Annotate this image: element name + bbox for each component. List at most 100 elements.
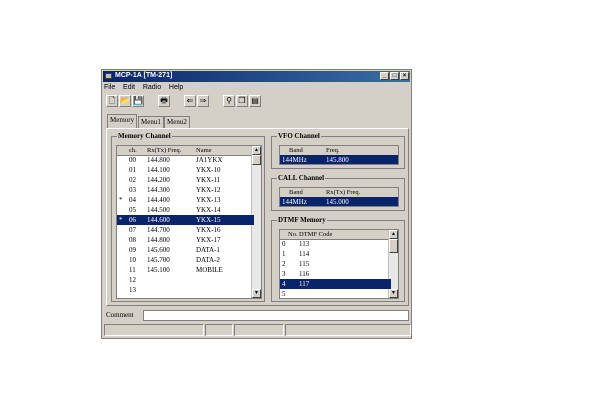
channel-name: YKX-11 (196, 176, 221, 184)
memory-channel-row[interactable]: 00 144.800 JA1YKX (117, 155, 254, 165)
main-window: MCP-1A [TM-271] _ □ × File Edit Radio He… (101, 69, 412, 339)
channel-number: 01 (129, 166, 136, 174)
column-header-freq[interactable]: Rx(Tx) Freq. (147, 146, 181, 155)
dtmf-number: 3 (282, 270, 286, 278)
channel-number: 05 (129, 206, 136, 214)
dtmf-code: 116 (299, 270, 310, 278)
dtmf-row[interactable]: 4 117 (280, 279, 391, 289)
memory-channel-row[interactable]: 12 (117, 275, 254, 285)
vfo-row[interactable]: 144MHz 145.800 (280, 155, 398, 164)
print-icon[interactable]: 🖶 (158, 95, 170, 107)
read-radio-icon[interactable]: ⇐ (184, 95, 196, 107)
channel-frequency: 145.700 (147, 256, 170, 264)
memory-channel-row[interactable]: 10 145.700 DATA-2 (117, 255, 254, 265)
dtmf-memory-group: DTMF Memory No. DTMF Code ▲ ▼ 0 113 1 114 2 1… (271, 216, 405, 302)
menu-radio[interactable]: Radio (143, 84, 161, 91)
save-icon[interactable]: 💾 (132, 95, 144, 107)
app-icon[interactable] (105, 73, 112, 79)
vfo-band: 144MHz (282, 156, 307, 164)
minimize-button[interactable]: _ (380, 72, 389, 80)
status-pane-2 (205, 324, 233, 336)
tab-menu2[interactable]: Menu2 (164, 116, 190, 128)
dtmf-row[interactable]: 3 116 (280, 269, 391, 279)
tab-memory[interactable]: Memory (107, 114, 138, 128)
menu-help[interactable]: Help (169, 84, 183, 91)
open-folder-icon[interactable]: 📂 (119, 95, 131, 107)
menu-bar: File Edit Radio Help (104, 83, 189, 93)
memory-channel-row[interactable]: 08 144.800 YKX-17 (117, 235, 254, 245)
dtmf-code: 117 (299, 280, 310, 288)
status-pane-3 (234, 324, 284, 336)
dtmf-code: 114 (299, 250, 310, 258)
memory-channel-row[interactable]: * 06 144.600 YKX-15 (117, 215, 254, 225)
dtmf-memory-list[interactable]: No. DTMF Code ▲ ▼ 0 113 1 114 2 115 3 116 4 117 5 (279, 229, 399, 299)
column-header-code[interactable]: DTMF Code (299, 230, 332, 239)
scroll-up-button[interactable]: ▲ (389, 230, 398, 239)
maximize-button[interactable]: □ (390, 72, 399, 80)
channel-frequency: 145.600 (147, 246, 170, 254)
channel-frequency: 144.700 (147, 226, 170, 234)
status-pane-1 (104, 324, 204, 336)
channel-name: DATA-2 (196, 256, 220, 264)
comment-field[interactable] (143, 310, 409, 321)
dtmf-row[interactable]: 1 114 (280, 249, 391, 259)
status-bar (104, 324, 411, 336)
tab-menu1[interactable]: Menu1 (138, 116, 164, 128)
menu-file[interactable]: File (104, 84, 115, 91)
memory-channel-label: Memory Channel (117, 132, 172, 140)
copy-icon[interactable]: ❐ (236, 95, 248, 107)
channel-frequency: 144.200 (147, 176, 170, 184)
channel-number: 07 (129, 226, 136, 234)
row-marker: * (119, 196, 123, 204)
channel-name: YKX-12 (196, 186, 221, 194)
vfo-channel-list[interactable]: Band Freq. 144MHz 145.800 (279, 145, 399, 165)
close-button[interactable]: × (400, 72, 409, 80)
channel-name: YKX-10 (196, 166, 221, 174)
memory-channel-row[interactable]: 07 144.700 YKX-16 (117, 225, 254, 235)
memory-channel-row[interactable]: 09 145.600 DATA-1 (117, 245, 254, 255)
channel-number: 04 (129, 196, 136, 204)
call-channel-group: CALL Channel Band Rx(Tx) Freq. 144MHz 14… (271, 174, 405, 211)
menu-edit[interactable]: Edit (123, 84, 135, 91)
call-freq: 145.000 (326, 198, 349, 206)
dtmf-number: 2 (282, 260, 286, 268)
channel-name: DATA-1 (196, 246, 220, 254)
memory-tab-panel: Memory Channel ch. Rx(Tx) Freq. Name ▲ ▼… (106, 128, 409, 306)
column-header-freq: Rx(Tx) Freq. (326, 189, 361, 196)
channel-name: MOBILE (196, 266, 223, 274)
column-header-no[interactable]: No. (288, 230, 298, 239)
memory-channel-row[interactable]: 13 (117, 285, 254, 295)
call-channel-label: CALL Channel (277, 174, 326, 182)
channel-number: 10 (129, 256, 136, 264)
channel-number: 08 (129, 236, 136, 244)
paste-icon[interactable]: ▤ (249, 95, 261, 107)
memory-channel-row[interactable]: 02 144.200 YKX-11 (117, 175, 254, 185)
call-row[interactable]: 144MHz 145.000 (280, 197, 398, 206)
memory-channel-row[interactable]: 03 144.300 YKX-12 (117, 185, 254, 195)
column-header-ch[interactable]: ch. (129, 146, 137, 155)
dtmf-row[interactable]: 2 115 (280, 259, 391, 269)
new-file-icon[interactable]: 🗋 (106, 95, 118, 107)
dtmf-row[interactable]: 5 (280, 289, 391, 298)
dtmf-code: 113 (299, 240, 310, 248)
channel-frequency: 144.300 (147, 186, 170, 194)
channel-number: 11 (129, 266, 136, 274)
column-header-name[interactable]: Name (196, 146, 212, 155)
call-channel-list[interactable]: Band Rx(Tx) Freq. 144MHz 145.000 (279, 187, 399, 207)
channel-name: YKX-15 (196, 216, 221, 224)
channel-number: 00 (129, 156, 136, 164)
status-pane-4 (285, 324, 411, 336)
find-icon[interactable]: ⚲ (223, 95, 235, 107)
memory-channel-list[interactable]: ch. Rx(Tx) Freq. Name ▲ ▼ 00 144.800 JA1YK… (116, 145, 262, 299)
dtmf-row[interactable]: 0 113 (280, 239, 391, 249)
title-bar[interactable]: MCP-1A [TM-271] _ □ × (103, 71, 410, 82)
memory-channel-row[interactable]: * 04 144.400 YKX-13 (117, 195, 254, 205)
memory-channel-row[interactable]: 05 144.500 YKX-14 (117, 205, 254, 215)
channel-number: 06 (129, 216, 136, 224)
memory-channel-row[interactable]: 01 144.100 YKX-10 (117, 165, 254, 175)
write-radio-icon[interactable]: ⇒ (197, 95, 209, 107)
memory-channel-row[interactable]: 11 145.100 MOBILE (117, 265, 254, 275)
scroll-up-button[interactable]: ▲ (252, 146, 261, 155)
channel-number: 13 (129, 286, 136, 294)
channel-frequency: 144.800 (147, 236, 170, 244)
